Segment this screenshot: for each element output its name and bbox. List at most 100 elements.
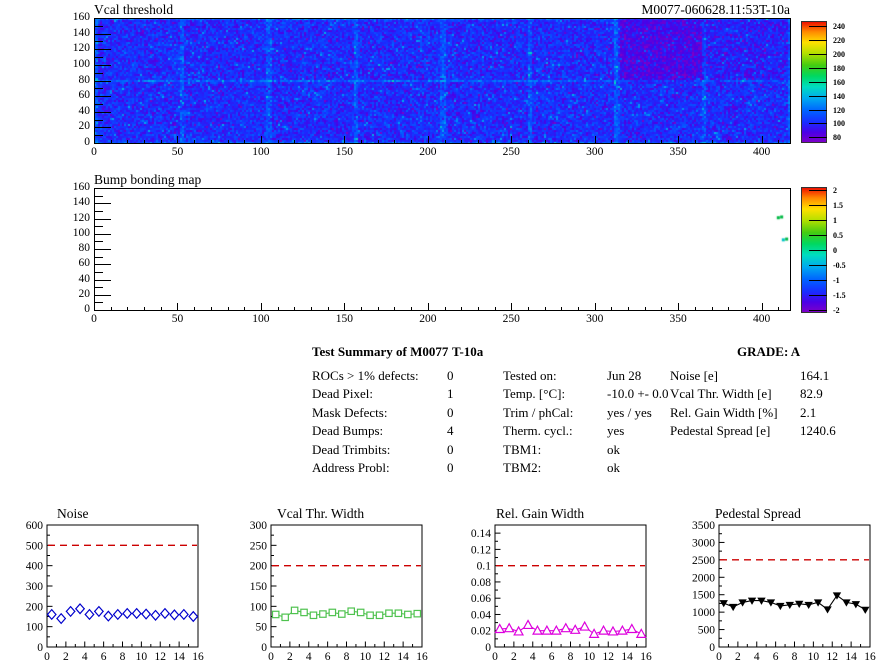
y-minor-tick (95, 41, 103, 43)
x-minor-tick (127, 306, 129, 310)
x-minor-tick (711, 306, 713, 310)
x-tick-label: 100 (252, 146, 270, 158)
summary-label: Temp. [°C]: (503, 386, 566, 402)
colorbar-tick (809, 109, 827, 111)
summary-value: Jun 28 (607, 368, 642, 383)
svg-text:1000: 1000 (692, 607, 715, 619)
x-minor-tick (694, 306, 696, 310)
x-minor-tick (327, 139, 329, 143)
y-tick (95, 80, 111, 82)
summary-label: Rel. Gain Width [%] (670, 404, 778, 420)
y-minor-tick (95, 271, 103, 273)
svg-text:14: 14 (621, 651, 633, 663)
svg-text:2000: 2000 (692, 572, 715, 584)
svg-text:6: 6 (773, 651, 779, 663)
colorbar-tick (809, 137, 827, 139)
svg-text:0.14: 0.14 (471, 528, 491, 540)
svg-text:1500: 1500 (692, 590, 715, 602)
x-tick (594, 136, 596, 143)
x-tick-label: 50 (171, 146, 184, 158)
y-tick-label: 160 (72, 181, 90, 193)
y-tick (95, 264, 111, 266)
x-minor-tick (561, 306, 563, 310)
vcal-width-plot: 0 50 100 150 200 250 300 0 2 4 6 8 10 12 14 16 (250, 520, 428, 663)
x-minor-tick (728, 139, 730, 143)
x-minor-tick (411, 139, 413, 143)
x-tick (260, 303, 262, 310)
x-minor-tick (694, 139, 696, 143)
svg-text:0: 0 (485, 642, 491, 654)
summary-value: 0 (447, 460, 454, 475)
x-minor-tick (310, 139, 312, 143)
svg-text:10: 10 (136, 651, 148, 663)
vcal-map-title: Vcal threshold (94, 2, 174, 17)
svg-text:0: 0 (492, 651, 498, 663)
x-tick-label: 50 (171, 313, 184, 325)
x-minor-tick (327, 306, 329, 310)
x-minor-tick (194, 306, 196, 310)
svg-text:16: 16 (640, 651, 652, 663)
svg-text:0.02: 0.02 (471, 626, 491, 638)
svg-text:2: 2 (287, 651, 293, 663)
svg-text:0: 0 (268, 651, 274, 663)
x-tick-label: 150 (335, 146, 353, 158)
svg-text:500: 500 (698, 625, 716, 637)
x-minor-tick (461, 139, 463, 143)
colorbar-tick (809, 205, 827, 206)
pedestal-plot: 0 500 1000 1500 2000 2500 3000 3500 0 2 4 6 8 10 12 14 1… (692, 520, 876, 663)
svg-text:3500: 3500 (692, 520, 715, 532)
x-minor-tick (578, 306, 580, 310)
y-tick (95, 188, 111, 189)
x-tick-label: 200 (419, 146, 437, 158)
y-minor-tick (95, 302, 103, 304)
y-minor-tick (95, 210, 103, 212)
svg-text:100: 100 (250, 601, 268, 613)
svg-text:4: 4 (306, 651, 312, 663)
x-tick (678, 136, 680, 143)
y-tick (95, 279, 111, 281)
svg-text:0.04: 0.04 (471, 609, 491, 621)
svg-text:16: 16 (416, 651, 428, 663)
x-tick-label: 100 (252, 313, 270, 325)
svg-text:6: 6 (101, 651, 107, 663)
x-tick-label: 350 (669, 146, 687, 158)
colorbar-tick (809, 190, 827, 191)
y-tick (95, 143, 111, 144)
y-minor-tick (95, 256, 103, 258)
x-tick (94, 136, 95, 143)
y-tick (95, 294, 111, 296)
y-minor-tick (95, 287, 103, 289)
x-tick (344, 136, 346, 143)
summary-value: ok (607, 441, 620, 457)
svg-text:0.1: 0.1 (477, 561, 492, 573)
x-minor-tick (611, 306, 613, 310)
summary-label: TBM1: (503, 441, 542, 457)
summary-label: Dead Bumps: (312, 423, 384, 439)
x-minor-tick (628, 306, 630, 310)
svg-text:100: 100 (26, 622, 44, 634)
x-minor-tick (244, 306, 246, 310)
x-tick (761, 303, 763, 310)
summary-value: 0 (447, 404, 454, 420)
summary-label: Tested on: (503, 368, 557, 383)
x-tick (177, 136, 179, 143)
x-minor-tick (144, 139, 146, 143)
y-minor-tick (95, 103, 103, 105)
y-tick (95, 18, 111, 19)
x-minor-tick (377, 306, 379, 310)
summary-value: yes / yes (607, 404, 652, 420)
summary-label: Vcal Thr. Width [e] (670, 386, 772, 402)
x-tick-label: 400 (753, 313, 771, 325)
vcal-map-frame (94, 18, 791, 144)
relgain-plot: 0 0.02 0.04 0.06 0.08 0.1 0.12 0.14 0 2 4 6 8 10 12 14 1… (471, 524, 652, 663)
y-tick-label: 140 (72, 26, 90, 39)
colorbar-tick (809, 265, 827, 266)
y-tick (95, 310, 111, 311)
summary-label: Noise [e] (670, 368, 719, 383)
colorbar-tick (809, 67, 827, 69)
colorbar-tick-label: 200 (833, 49, 845, 59)
y-tick (95, 33, 111, 35)
x-tick-label: 400 (753, 146, 771, 158)
colorbar-tick-label: 80 (833, 133, 841, 143)
svg-text:8: 8 (792, 651, 798, 663)
